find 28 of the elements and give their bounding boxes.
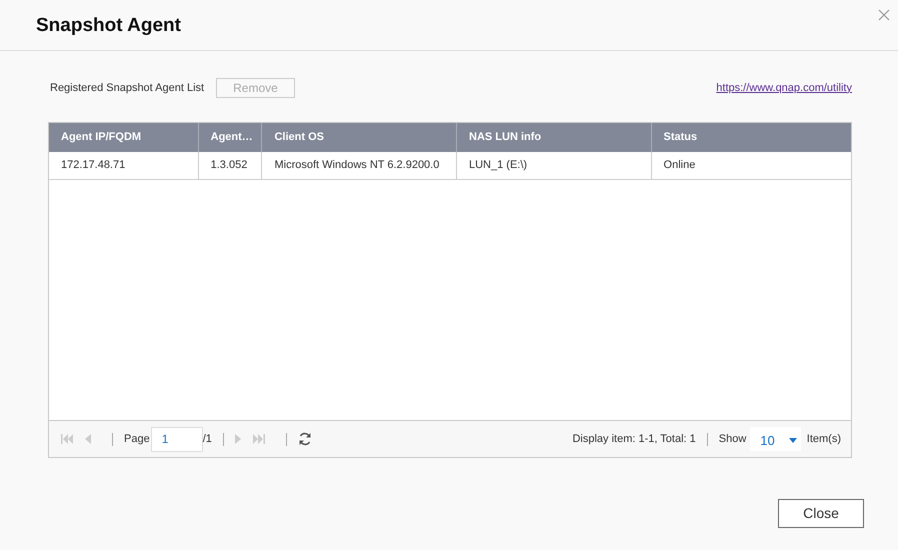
display-info: Display item: 1-1, Total: 1 xyxy=(572,432,696,447)
previous-page-icon[interactable] xyxy=(83,434,91,444)
column-header[interactable]: Client OS xyxy=(262,123,457,152)
list-label: Registered Snapshot Agent List xyxy=(50,80,204,96)
table-cell: 1.3.052 xyxy=(198,152,262,180)
column-header[interactable]: NAS LUN info xyxy=(457,123,652,152)
column-header[interactable]: Agent… xyxy=(198,123,262,152)
table-cell: Online xyxy=(652,152,851,180)
next-page-icon[interactable] xyxy=(234,434,243,444)
caret-icon xyxy=(788,438,797,443)
page-total: /1 xyxy=(202,432,212,447)
page-size-select[interactable]: 10 xyxy=(750,427,801,451)
table-cell: Microsoft Windows NT 6.2.9200.0 xyxy=(262,152,457,180)
utility-link[interactable]: https://www.qnap.com/utility xyxy=(716,80,852,96)
table-cell: 172.17.48.71 xyxy=(49,152,199,180)
table-cell: LUN_1 (E:\) xyxy=(457,152,652,180)
items-label: Item(s) xyxy=(806,432,841,447)
dialog-title: Snapshot Agent xyxy=(36,14,181,38)
first-page-icon[interactable] xyxy=(61,434,73,444)
close-button[interactable]: Close xyxy=(778,499,864,528)
page-label: Page xyxy=(124,432,150,447)
column-header[interactable]: Status xyxy=(652,123,851,152)
page-field[interactable]: 1 xyxy=(150,426,203,452)
last-page-icon[interactable] xyxy=(252,434,265,444)
close-icon[interactable] xyxy=(878,9,890,21)
column-header[interactable]: Agent IP/FQDM xyxy=(49,123,199,152)
show-label: Show xyxy=(718,432,746,447)
refresh-icon[interactable] xyxy=(298,432,312,446)
